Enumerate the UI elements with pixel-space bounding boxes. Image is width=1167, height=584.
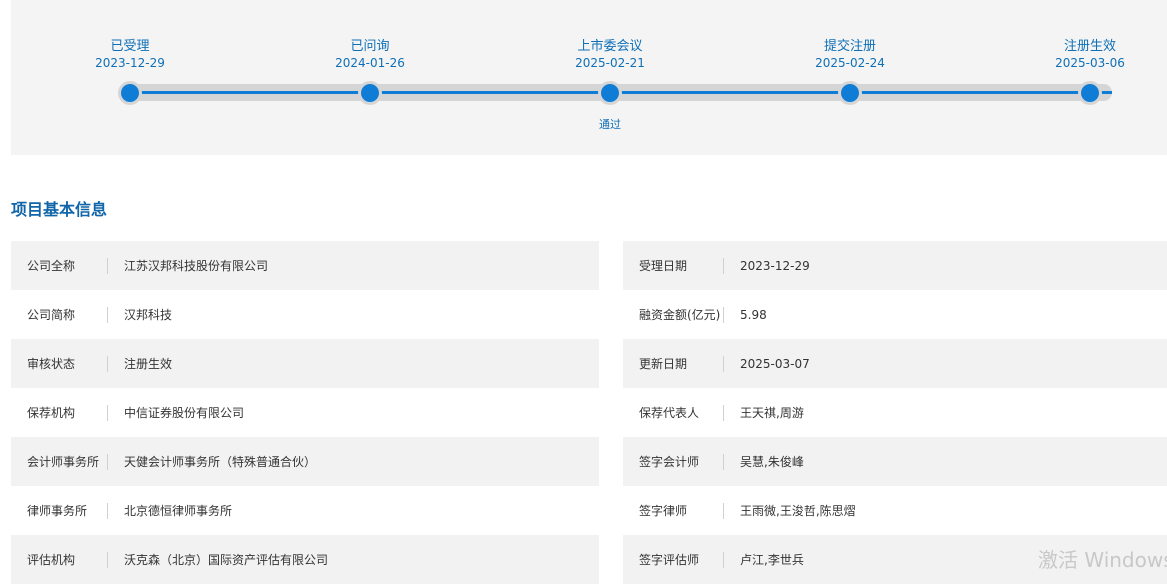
- info-row-company-full-name: 公司全称 江苏汉邦科技股份有限公司: [11, 241, 599, 290]
- info-value: 沃克森（北京）国际资产评估有限公司: [124, 553, 329, 567]
- info-row-sponsor-representatives: 保荐代表人 王天祺,周游: [623, 388, 1167, 437]
- step-name: 提交注册: [823, 39, 876, 54]
- step-date: 2025-02-24: [815, 56, 885, 70]
- project-info-left-column: 公司全称 江苏汉邦科技股份有限公司 公司简称 汉邦科技 审核状态 注册生效 保荐…: [11, 241, 599, 584]
- info-label: 公司全称: [11, 257, 108, 274]
- timeline-step-inquired: 已问询 2024-01-26: [295, 0, 445, 155]
- step-date: 2023-12-29: [95, 56, 165, 70]
- windows-activation-watermark: 激活 Windows: [1038, 548, 1167, 572]
- info-row-law-firm: 律师事务所 北京德恒律师事务所: [11, 486, 599, 535]
- step-date: 2025-02-21: [575, 56, 645, 70]
- info-label: 审核状态: [11, 355, 108, 372]
- step-dot-icon: [358, 81, 382, 105]
- step-name: 已问询: [350, 39, 390, 54]
- step-result-note: 通过: [599, 118, 621, 131]
- step-date: 2024-01-26: [335, 56, 405, 70]
- step-name: 已受理: [110, 39, 150, 54]
- info-value: 王雨微,王浚哲,陈思熠: [740, 504, 856, 518]
- info-row-review-status: 审核状态 注册生效: [11, 339, 599, 388]
- info-label: 保荐代表人: [623, 404, 724, 421]
- review-progress-timeline: 已受理 2023-12-29 已问询 2024-01-26 上市委会议 2025…: [11, 0, 1167, 155]
- info-value: 2025-03-07: [740, 356, 810, 371]
- info-label: 保荐机构: [11, 404, 108, 421]
- step-dot-icon: [838, 81, 862, 105]
- step-name: 注册生效: [1063, 39, 1116, 54]
- info-value: 江苏汉邦科技股份有限公司: [124, 259, 269, 273]
- info-row-accounting-firm: 会计师事务所 天健会计师事务所（特殊普通合伙）: [11, 437, 599, 486]
- info-label: 受理日期: [623, 257, 724, 274]
- info-value: 中信证券股份有限公司: [124, 406, 245, 420]
- info-value: 汉邦科技: [124, 308, 173, 322]
- step-dot-icon: [118, 81, 142, 105]
- step-name: 上市委会议: [577, 39, 643, 54]
- info-value: 卢江,李世兵: [740, 553, 804, 567]
- info-row-appraisal-agency: 评估机构 沃克森（北京）国际资产评估有限公司: [11, 535, 599, 584]
- section-title: 项目基本信息: [11, 200, 108, 219]
- info-value: 2023-12-29: [740, 258, 810, 273]
- timeline-step-registration-effective: 注册生效 2025-03-06: [1015, 0, 1165, 155]
- info-row-acceptance-date: 受理日期 2023-12-29: [623, 241, 1167, 290]
- info-label: 律师事务所: [11, 502, 108, 519]
- info-label: 公司简称: [11, 306, 108, 323]
- info-value: 注册生效: [124, 357, 173, 371]
- info-value: 北京德恒律师事务所: [124, 504, 233, 518]
- info-row-sponsor: 保荐机构 中信证券股份有限公司: [11, 388, 599, 437]
- info-value: 5.98: [740, 307, 767, 322]
- info-value: 吴慧,朱俊峰: [740, 455, 804, 469]
- info-row-financing-amount: 融资金额(亿元) 5.98: [623, 290, 1167, 339]
- timeline-step-submitted-registration: 提交注册 2025-02-24: [775, 0, 925, 155]
- info-row-company-short-name: 公司简称 汉邦科技: [11, 290, 599, 339]
- info-label: 更新日期: [623, 355, 724, 372]
- info-row-signing-lawyers: 签字律师 王雨微,王浚哲,陈思熠: [623, 486, 1167, 535]
- info-label: 签字会计师: [623, 453, 724, 470]
- info-label: 评估机构: [11, 551, 108, 568]
- info-row-update-date: 更新日期 2025-03-07: [623, 339, 1167, 388]
- info-row-signing-accountants: 签字会计师 吴慧,朱俊峰: [623, 437, 1167, 486]
- step-date: 2025-03-06: [1055, 56, 1125, 70]
- info-label: 融资金额(亿元): [623, 306, 724, 323]
- info-label: 会计师事务所: [11, 453, 108, 470]
- project-info-right-column: 受理日期 2023-12-29 融资金额(亿元) 5.98 更新日期 2025-…: [623, 241, 1167, 584]
- step-dot-icon: [598, 81, 622, 105]
- info-label: 签字律师: [623, 502, 724, 519]
- info-value: 天健会计师事务所（特殊普通合伙）: [124, 455, 317, 469]
- step-dot-icon: [1078, 81, 1102, 105]
- info-value: 王天祺,周游: [740, 406, 804, 420]
- timeline-step-accepted: 已受理 2023-12-29: [55, 0, 205, 155]
- timeline-step-listing-committee: 上市委会议 2025-02-21 通过: [535, 0, 685, 155]
- info-label: 签字评估师: [623, 551, 724, 568]
